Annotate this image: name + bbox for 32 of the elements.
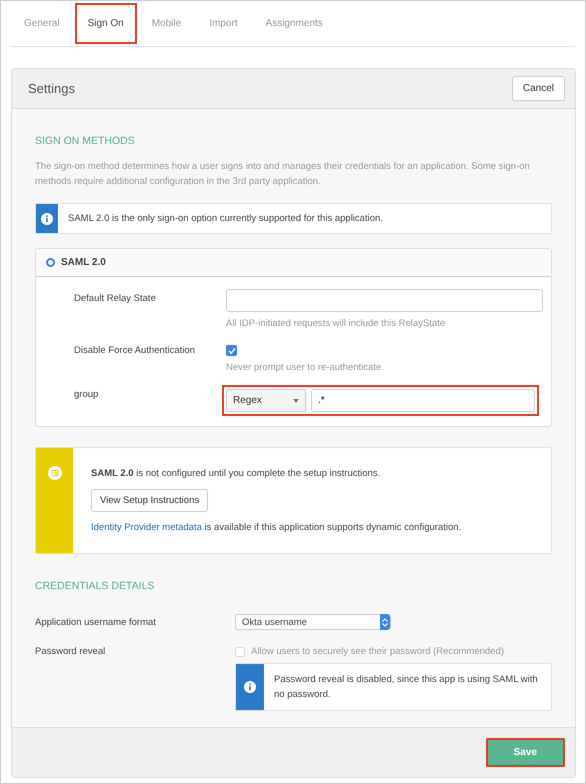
info-text: SAML 2.0 is the only sign-on option currently supported for this application.	[67, 212, 384, 226]
metadata-link[interactable]: Identity Provider metadata	[91, 522, 202, 533]
input-field[interactable]: .*	[311, 389, 535, 412]
cancel-button[interactable]: Cancel	[512, 76, 565, 101]
dropdown[interactable]: Regex	[226, 389, 306, 412]
tab[interactable]: Sign On	[74, 3, 137, 44]
field-label: group	[74, 388, 100, 402]
checkbox[interactable]	[226, 345, 237, 356]
section-description: The sign-on method determines how a user signs into and manages their credentials for an application. Some sign-on methods require additional configuration in the 3rd party application.	[35, 160, 531, 189]
info-text: Password reveal is disabled, since this app is using SAML with no password.	[273, 673, 539, 702]
field-label: Disable Force Authentication	[74, 344, 196, 358]
help-text: Never prompt user to re-authenticate.	[226, 362, 384, 373]
section-heading: CREDENTIALS DETAILS	[35, 580, 156, 592]
method-label: SAML 2.0	[61, 257, 106, 268]
notice-text: SAML 2.0 is not configured until you complete the setup instructions.	[91, 468, 380, 479]
input-field[interactable]	[226, 289, 543, 312]
info-icon	[41, 212, 53, 224]
list-icon	[48, 466, 62, 480]
caret-icon	[293, 398, 299, 402]
radio-button[interactable]	[46, 258, 55, 267]
stepper-icon	[382, 618, 388, 626]
section-heading: SIGN ON METHODS	[35, 135, 136, 147]
field-label: Default Relay State	[74, 292, 157, 306]
view-setup-button[interactable]: View Setup Instructions	[91, 489, 208, 512]
checkbox-label: Allow users to securely see their password (Recommended)	[251, 646, 504, 657]
field-label: Application username format	[35, 616, 157, 628]
info-icon	[244, 681, 256, 693]
dropdown[interactable]: Okta username	[235, 614, 391, 630]
metadata-text: Identity Provider metadata is available if this application supports dynamic configuration.	[91, 522, 462, 533]
panel-title: Settings	[28, 81, 75, 96]
field-label: Password reveal	[35, 646, 106, 657]
help-text: All IDP-initiated requests will include this RelayState	[226, 318, 446, 329]
